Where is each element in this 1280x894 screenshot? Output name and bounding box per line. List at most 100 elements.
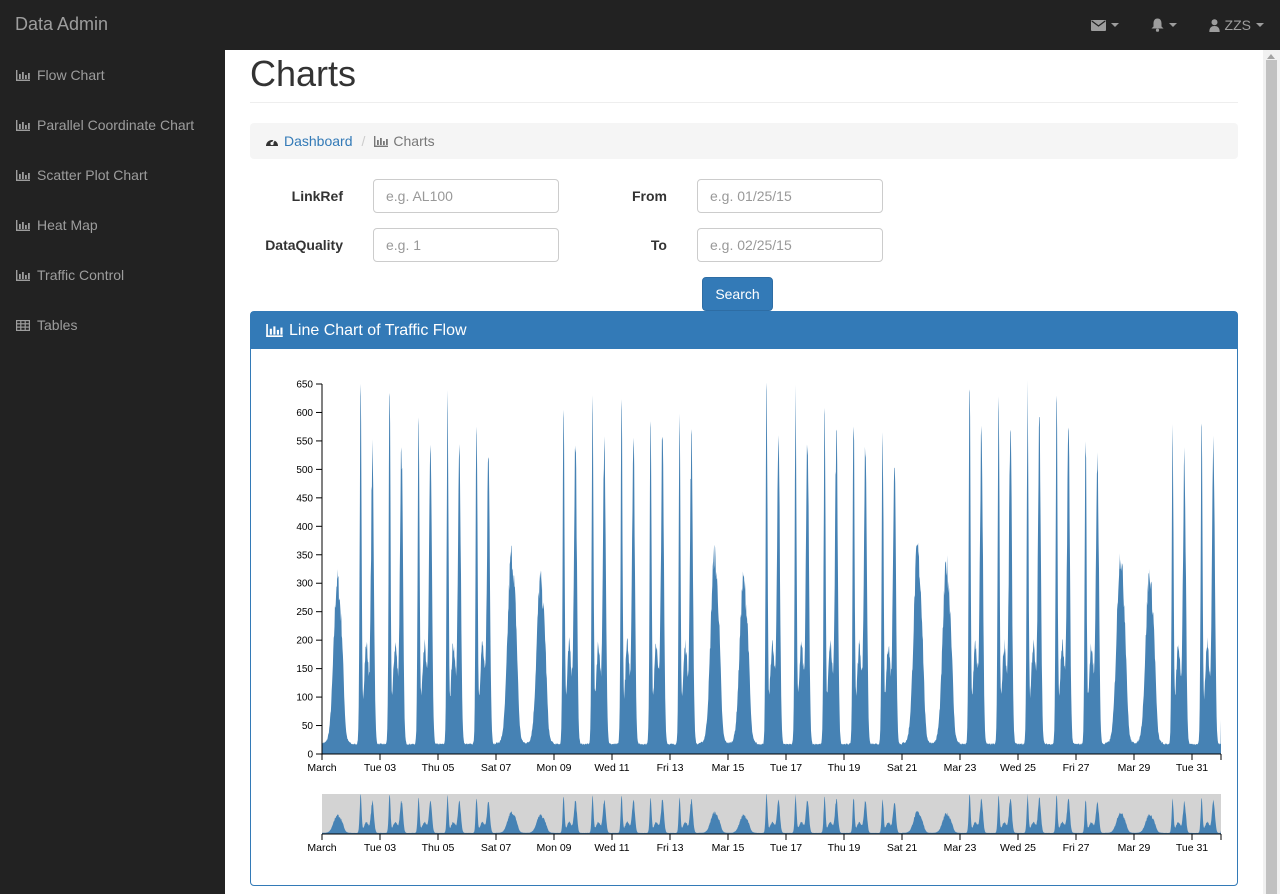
envelope-icon (1090, 19, 1106, 31)
sidebar-item-scatter-plot-chart[interactable]: Scatter Plot Chart (0, 150, 225, 200)
title-divider (250, 102, 1238, 103)
to-label: To (650, 237, 667, 253)
sidebar-item-label: Scatter Plot Chart (37, 167, 148, 183)
x-tick-label: Tue 17 (770, 842, 802, 854)
y-tick-label: 0 (307, 750, 313, 761)
x-tick-label: Tue 31 (1176, 762, 1208, 774)
sidebar-item-label: Parallel Coordinate Chart (37, 117, 195, 133)
alerts-dropdown[interactable] (1135, 0, 1193, 50)
panel-heading: Line Chart of Traffic Flow (251, 312, 1237, 349)
linkref-label: LinkRef (291, 188, 343, 204)
x-tick-label: Fri 13 (657, 762, 684, 774)
dataquality-input[interactable] (373, 228, 559, 262)
y-tick-label: 150 (296, 664, 313, 675)
x-tick-label: Tue 17 (770, 762, 802, 774)
bar-chart-icon (16, 269, 30, 281)
bar-chart-icon (16, 219, 30, 231)
sidebar-item-flow-chart[interactable]: Flow Chart (0, 50, 225, 100)
linkref-input[interactable] (373, 179, 559, 213)
x-tick-label: March (307, 842, 336, 854)
traffic-flow-chart[interactable]: 0 50 100 150 200 250 300 350 400 450 500 550 600 650 M… (251, 349, 1237, 885)
sidebar-item-tables[interactable]: Tables (0, 300, 225, 350)
from-label: From (632, 188, 667, 204)
bar-chart-icon (16, 169, 30, 181)
x-tick-label: Mar 29 (1118, 762, 1151, 774)
y-tick-label: 250 (296, 607, 313, 618)
y-tick-label: 550 (296, 436, 313, 447)
bell-icon (1151, 18, 1164, 32)
bar-chart-icon (16, 119, 30, 131)
page-scrollbar[interactable] (1263, 50, 1280, 894)
top-nav-right: ZZS (1075, 0, 1280, 50)
dashboard-icon (266, 138, 278, 146)
messages-dropdown[interactable] (1075, 0, 1135, 50)
sidebar-item-heat-map[interactable]: Heat Map (0, 200, 225, 250)
user-icon (1208, 18, 1220, 32)
scroll-thumb[interactable] (1266, 60, 1277, 894)
x-tick-label: Sat 21 (887, 842, 918, 854)
user-dropdown[interactable]: ZZS (1193, 0, 1280, 50)
scroll-up-arrow-icon[interactable] (1267, 54, 1275, 59)
y-tick-label: 100 (296, 693, 313, 704)
x-tick-label: Wed 11 (594, 842, 629, 854)
y-tick-label: 650 (296, 380, 313, 391)
x-tick-label: Wed 11 (594, 762, 629, 774)
from-date-input[interactable] (697, 179, 883, 213)
y-axis: 0 50 100 150 200 250 300 350 400 450 500 550 600 650 (296, 380, 323, 761)
x-tick-label: Fri 27 (1063, 762, 1090, 774)
x-tick-label: Fri 27 (1063, 842, 1090, 854)
x-axis-main: March Tue 03 Thu 05 Sat 07 Mon 09 Wed 11 Fri 1… (307, 753, 1222, 774)
user-name: ZZS (1224, 17, 1251, 33)
x-tick-label: Sat 07 (481, 762, 512, 774)
sidebar-item-traffic-control[interactable]: Traffic Control (0, 250, 225, 300)
top-navbar: Data Admin ZZS (0, 0, 1280, 50)
bar-chart-icon (266, 324, 283, 337)
sidebar-item-label: Heat Map (37, 217, 98, 233)
to-date-input[interactable] (697, 228, 883, 262)
x-tick-label: Tue 03 (364, 762, 396, 774)
sidebar-item-label: Traffic Control (37, 267, 125, 283)
y-tick-label: 600 (296, 408, 313, 419)
x-tick-label: Mar 23 (944, 762, 977, 774)
y-tick-label: 300 (296, 579, 313, 590)
sidebar-item-label: Tables (37, 317, 78, 333)
traffic-flow-area (322, 380, 1221, 754)
breadcrumb: Dashboard / Charts (250, 123, 1238, 159)
x-tick-label: March (307, 762, 336, 774)
x-tick-label: Tue 31 (1176, 842, 1208, 854)
x-axis-context: March Tue 03 Thu 05 Sat 07 Mon 09 Wed 11 Fri 1… (307, 833, 1222, 854)
x-tick-label: Mon 09 (536, 762, 571, 774)
dataquality-label: DataQuality (265, 237, 343, 253)
x-tick-label: Mar 23 (944, 842, 977, 854)
x-tick-label: Mon 09 (536, 842, 571, 854)
chevron-down-icon (1110, 23, 1119, 27)
x-tick-label: Thu 05 (422, 842, 455, 854)
y-tick-label: 350 (296, 550, 313, 561)
breadcrumb-separator: / (361, 133, 366, 149)
chevron-down-icon (1256, 23, 1264, 27)
breadcrumb-charts-label: Charts (393, 133, 435, 149)
page-title: Charts (250, 53, 357, 94)
x-tick-label: Thu 19 (828, 762, 861, 774)
x-tick-label: Mar 29 (1118, 842, 1151, 854)
x-tick-label: Wed 25 (1000, 842, 1036, 854)
brand-title[interactable]: Data Admin (15, 14, 108, 35)
x-tick-label: Mar 15 (712, 842, 745, 854)
y-tick-label: 200 (296, 636, 313, 647)
chart-panel: Line Chart of Traffic Flow 0 50 100 150 200 2… (250, 311, 1238, 886)
y-tick-label: 400 (296, 522, 313, 533)
panel-title: Line Chart of Traffic Flow (289, 321, 467, 339)
x-tick-label: Sat 21 (887, 762, 918, 774)
breadcrumb-dashboard-label: Dashboard (284, 133, 353, 149)
bar-chart-icon (16, 69, 30, 81)
sidebar-item-parallel-coordinate-chart[interactable]: Parallel Coordinate Chart (0, 100, 225, 150)
y-tick-label: 450 (296, 493, 313, 504)
y-tick-label: 50 (302, 721, 314, 732)
bar-chart-icon (374, 135, 389, 147)
chevron-down-icon (1168, 23, 1177, 27)
x-tick-label: Wed 25 (1000, 762, 1036, 774)
breadcrumb-dashboard[interactable]: Dashboard (265, 133, 353, 149)
search-button[interactable]: Search (702, 277, 773, 311)
x-tick-label: Thu 19 (828, 842, 861, 854)
x-tick-label: Tue 03 (364, 842, 396, 854)
